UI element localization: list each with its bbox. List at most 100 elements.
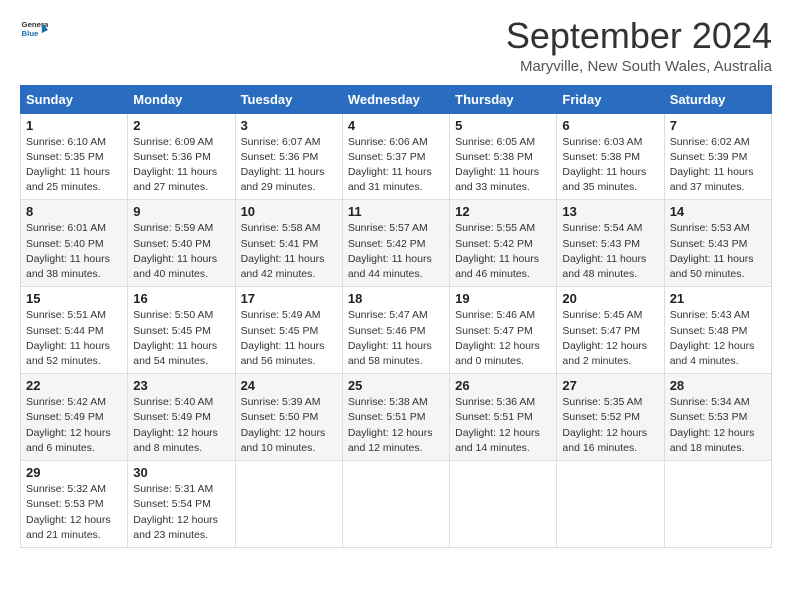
calendar-cell: 23 Sunrise: 5:40 AMSunset: 5:49 PMDayligh… [128,374,235,461]
day-info: Sunrise: 5:40 AMSunset: 5:49 PMDaylight:… [133,395,229,456]
day-number: 30 [133,465,229,480]
day-number: 6 [562,118,658,133]
day-info: Sunrise: 6:05 AMSunset: 5:38 PMDaylight:… [455,135,551,196]
day-info: Sunrise: 5:31 AMSunset: 5:54 PMDaylight:… [133,482,229,543]
calendar-cell: 9 Sunrise: 5:59 AMSunset: 5:40 PMDaylight… [128,200,235,287]
day-number: 13 [562,204,658,219]
day-info: Sunrise: 5:34 AMSunset: 5:53 PMDaylight:… [670,395,766,456]
calendar-cell [557,461,664,548]
day-number: 12 [455,204,551,219]
svg-text:Blue: Blue [22,29,40,38]
calendar-cell: 25 Sunrise: 5:38 AMSunset: 5:51 PMDayligh… [342,374,449,461]
calendar-week-2: 8 Sunrise: 6:01 AMSunset: 5:40 PMDaylight… [21,200,772,287]
col-wednesday: Wednesday [342,85,449,113]
day-info: Sunrise: 5:32 AMSunset: 5:53 PMDaylight:… [26,482,122,543]
day-number: 20 [562,291,658,306]
day-info: Sunrise: 5:43 AMSunset: 5:48 PMDaylight:… [670,308,766,369]
calendar-cell: 20 Sunrise: 5:45 AMSunset: 5:47 PMDayligh… [557,287,664,374]
calendar-cell: 30 Sunrise: 5:31 AMSunset: 5:54 PMDayligh… [128,461,235,548]
calendar-week-4: 22 Sunrise: 5:42 AMSunset: 5:49 PMDayligh… [21,374,772,461]
day-info: Sunrise: 5:58 AMSunset: 5:41 PMDaylight:… [241,221,337,282]
day-number: 14 [670,204,766,219]
day-number: 17 [241,291,337,306]
calendar-cell: 17 Sunrise: 5:49 AMSunset: 5:45 PMDayligh… [235,287,342,374]
calendar-cell: 15Sunrise: 5:51 AMSunset: 5:44 PMDayligh… [21,287,128,374]
day-number: 22 [26,378,122,393]
day-info: Sunrise: 5:38 AMSunset: 5:51 PMDaylight:… [348,395,444,456]
month-title: September 2024 [506,16,772,56]
day-info: Sunrise: 5:59 AMSunset: 5:40 PMDaylight:… [133,221,229,282]
calendar-cell: 14 Sunrise: 5:53 AMSunset: 5:43 PMDayligh… [664,200,771,287]
calendar-week-3: 15Sunrise: 5:51 AMSunset: 5:44 PMDayligh… [21,287,772,374]
calendar-cell: 24Sunrise: 5:39 AMSunset: 5:50 PMDayligh… [235,374,342,461]
calendar-cell: 1 Sunrise: 6:10 AMSunset: 5:35 PMDaylight… [21,113,128,200]
location: Maryville, New South Wales, Australia [506,58,772,75]
calendar-cell [342,461,449,548]
day-info: Sunrise: 6:02 AMSunset: 5:39 PMDaylight:… [670,135,766,196]
calendar-cell: 7Sunrise: 6:02 AMSunset: 5:39 PMDaylight… [664,113,771,200]
calendar-cell: 5 Sunrise: 6:05 AMSunset: 5:38 PMDaylight… [450,113,557,200]
day-info: Sunrise: 6:07 AMSunset: 5:36 PMDaylight:… [241,135,337,196]
day-number: 8 [26,204,122,219]
calendar-cell: 8 Sunrise: 6:01 AMSunset: 5:40 PMDaylight… [21,200,128,287]
day-info: Sunrise: 5:46 AMSunset: 5:47 PMDaylight:… [455,308,551,369]
day-info: Sunrise: 6:01 AMSunset: 5:40 PMDaylight:… [26,221,122,282]
page-header: General Blue September 2024 Maryville, N… [20,16,772,75]
calendar-cell: 12 Sunrise: 5:55 AMSunset: 5:42 PMDayligh… [450,200,557,287]
calendar-cell [664,461,771,548]
day-info: Sunrise: 5:45 AMSunset: 5:47 PMDaylight:… [562,308,658,369]
calendar-cell: 3 Sunrise: 6:07 AMSunset: 5:36 PMDaylight… [235,113,342,200]
day-info: Sunrise: 5:35 AMSunset: 5:52 PMDaylight:… [562,395,658,456]
day-info: Sunrise: 6:10 AMSunset: 5:35 PMDaylight:… [26,135,122,196]
day-info: Sunrise: 5:49 AMSunset: 5:45 PMDaylight:… [241,308,337,369]
calendar-cell [450,461,557,548]
day-number: 16 [133,291,229,306]
calendar-cell: 10 Sunrise: 5:58 AMSunset: 5:41 PMDayligh… [235,200,342,287]
calendar-cell: 16 Sunrise: 5:50 AMSunset: 5:45 PMDayligh… [128,287,235,374]
day-info: Sunrise: 5:39 AMSunset: 5:50 PMDaylight:… [241,395,337,456]
day-number: 23 [133,378,229,393]
calendar-cell: 6Sunrise: 6:03 AMSunset: 5:38 PMDaylight… [557,113,664,200]
day-number: 9 [133,204,229,219]
calendar-cell: 26Sunrise: 5:36 AMSunset: 5:51 PMDayligh… [450,374,557,461]
day-number: 18 [348,291,444,306]
day-number: 5 [455,118,551,133]
day-number: 21 [670,291,766,306]
day-number: 25 [348,378,444,393]
calendar-cell: 27Sunrise: 5:35 AMSunset: 5:52 PMDayligh… [557,374,664,461]
calendar-cell: 29 Sunrise: 5:32 AMSunset: 5:53 PMDayligh… [21,461,128,548]
day-info: Sunrise: 5:53 AMSunset: 5:43 PMDaylight:… [670,221,766,282]
day-info: Sunrise: 5:54 AMSunset: 5:43 PMDaylight:… [562,221,658,282]
calendar-cell: 11 Sunrise: 5:57 AMSunset: 5:42 PMDayligh… [342,200,449,287]
day-number: 3 [241,118,337,133]
calendar-week-5: 29 Sunrise: 5:32 AMSunset: 5:53 PMDayligh… [21,461,772,548]
day-number: 2 [133,118,229,133]
calendar-cell: 18 Sunrise: 5:47 AMSunset: 5:46 PMDayligh… [342,287,449,374]
col-friday: Friday [557,85,664,113]
calendar-cell [235,461,342,548]
calendar-cell: 22 Sunrise: 5:42 AMSunset: 5:49 PMDayligh… [21,374,128,461]
calendar-cell: 2 Sunrise: 6:09 AMSunset: 5:36 PMDaylight… [128,113,235,200]
title-block: September 2024 Maryville, New South Wale… [506,16,772,75]
day-info: Sunrise: 5:57 AMSunset: 5:42 PMDaylight:… [348,221,444,282]
day-number: 29 [26,465,122,480]
calendar-cell: 21 Sunrise: 5:43 AMSunset: 5:48 PMDayligh… [664,287,771,374]
day-number: 10 [241,204,337,219]
col-sunday: Sunday [21,85,128,113]
day-number: 26 [455,378,551,393]
day-number: 19 [455,291,551,306]
day-info: Sunrise: 5:42 AMSunset: 5:49 PMDaylight:… [26,395,122,456]
day-info: Sunrise: 6:09 AMSunset: 5:36 PMDaylight:… [133,135,229,196]
day-number: 28 [670,378,766,393]
day-info: Sunrise: 5:47 AMSunset: 5:46 PMDaylight:… [348,308,444,369]
day-info: Sunrise: 5:55 AMSunset: 5:42 PMDaylight:… [455,221,551,282]
col-tuesday: Tuesday [235,85,342,113]
day-info: Sunrise: 5:50 AMSunset: 5:45 PMDaylight:… [133,308,229,369]
col-thursday: Thursday [450,85,557,113]
day-info: Sunrise: 6:06 AMSunset: 5:37 PMDaylight:… [348,135,444,196]
day-number: 11 [348,204,444,219]
day-number: 4 [348,118,444,133]
day-number: 1 [26,118,122,133]
day-info: Sunrise: 5:51 AMSunset: 5:44 PMDaylight:… [26,308,122,369]
logo-icon: General Blue [20,16,48,44]
